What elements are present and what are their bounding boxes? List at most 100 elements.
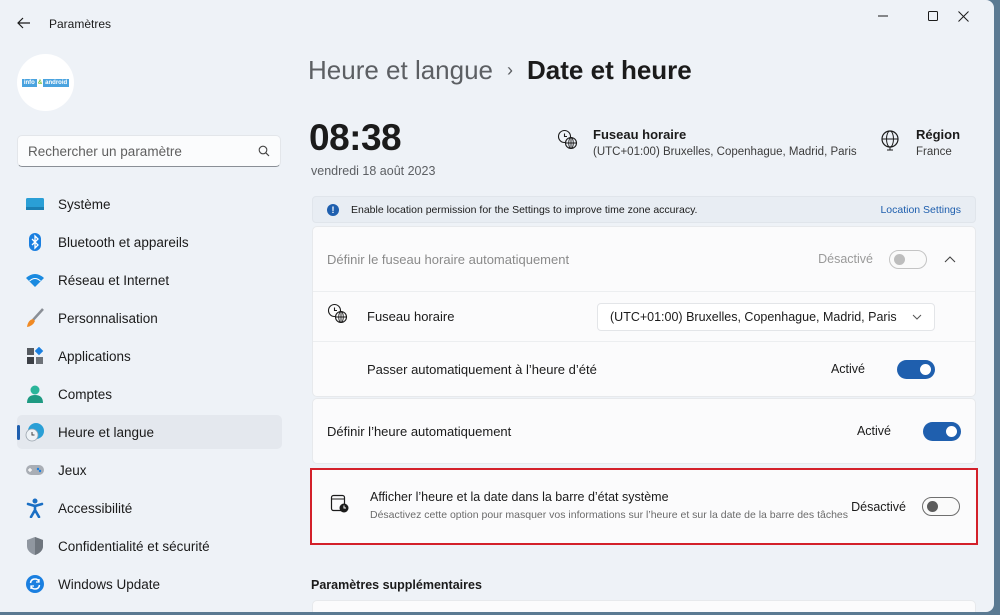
auto-time-card: Définir l’heure automatiquement Activé <box>312 398 976 464</box>
info-icon: ! <box>327 203 339 216</box>
minimize-button[interactable] <box>860 4 906 28</box>
sidebar-item-label: Windows Update <box>58 576 161 592</box>
gamepad-icon <box>25 460 45 480</box>
arrow-left-icon <box>17 17 30 29</box>
sidebar-item-reseau[interactable]: Réseau et Internet <box>17 263 282 297</box>
close-icon <box>957 10 969 22</box>
dst-state: Activé <box>830 362 865 376</box>
account-icon <box>25 384 45 404</box>
sidebar-item-systeme[interactable]: Système <box>17 187 282 221</box>
location-info-banner: ! Enable location permission for the Set… <box>312 196 976 223</box>
logo-part-android: android <box>43 78 70 87</box>
app-title: Paramètres <box>49 17 112 31</box>
search-icon[interactable] <box>258 145 270 157</box>
collapse-button[interactable] <box>939 255 961 263</box>
accessibility-icon <box>25 498 45 518</box>
sidebar-item-label: Heure et langue <box>58 424 155 440</box>
dst-label: Passer automatiquement à l’heure d’été <box>367 361 597 377</box>
location-settings-link[interactable]: Location Settings <box>880 204 961 216</box>
current-time: 08:38 <box>309 117 402 158</box>
breadcrumb-separator: › <box>507 60 514 80</box>
page-title: Date et heure <box>527 55 692 85</box>
timezone-card: Définir le fuseau horaire automatiquemen… <box>312 226 976 397</box>
sidebar-item-label: Personnalisation <box>58 310 158 326</box>
sidebar-item-jeux[interactable]: Jeux <box>17 453 282 487</box>
title-bar: Paramètres <box>0 0 994 46</box>
minimize-icon <box>878 15 888 17</box>
region-summary: Région France <box>880 127 960 158</box>
monitor-icon <box>25 194 45 214</box>
dst-toggle[interactable] <box>897 359 935 379</box>
logo-part-info: info <box>21 78 37 87</box>
sidebar-item-accessibilite[interactable]: Accessibilité <box>17 491 282 525</box>
auto-timezone-toggle[interactable] <box>889 249 927 269</box>
auto-time-label: Définir l’heure automatiquement <box>327 423 512 439</box>
sidebar-item-label: Confidentialité et sécurité <box>58 538 210 554</box>
chevron-down-icon <box>912 314 922 320</box>
timezone-label: Fuseau horaire <box>367 309 455 324</box>
bluetooth-icon <box>25 232 45 252</box>
update-icon <box>25 574 45 594</box>
dst-row: Passer automatiquement à l’heure d’été A… <box>313 341 975 396</box>
systray-datetime-state: Désactivé <box>851 499 906 514</box>
current-date: vendredi 18 août 2023 <box>311 164 436 178</box>
sidebar-item-label: Système <box>58 196 111 212</box>
sidebar-item-label: Bluetooth et appareils <box>58 234 189 250</box>
region-summary-title: Région <box>916 127 961 142</box>
more-settings-heading: Paramètres supplémentaires <box>311 578 482 592</box>
breadcrumb-parent[interactable]: Heure et langue <box>308 55 493 86</box>
clock-globe-icon <box>557 129 581 156</box>
more-settings-card[interactable] <box>312 600 976 612</box>
settings-window: Paramètres info & android Système Blueto… <box>0 0 994 612</box>
calendar-clock-icon <box>330 494 350 519</box>
sidebar-item-heure-langue[interactable]: Heure et langue <box>17 415 282 449</box>
region-summary-value: France <box>916 146 952 158</box>
sidebar-item-applications[interactable]: Applications <box>17 339 282 373</box>
avatar[interactable]: info & android <box>17 54 74 111</box>
search-box[interactable] <box>17 135 281 167</box>
shield-icon <box>25 536 45 556</box>
globe-icon <box>880 129 904 156</box>
brush-icon <box>25 308 45 328</box>
sidebar-item-comptes[interactable]: Comptes <box>17 377 282 411</box>
sidebar-item-label: Accessibilité <box>58 500 133 516</box>
breadcrumb: Heure et langue › Date et heure <box>308 55 692 86</box>
systray-datetime-title: Afficher l’heure et la date dans la barr… <box>370 490 669 505</box>
sidebar-item-personnalisation[interactable]: Personnalisation <box>17 301 282 335</box>
close-button[interactable] <box>940 4 986 28</box>
banner-text: Enable location permission for the Setti… <box>351 203 698 216</box>
auto-time-toggle[interactable] <box>923 421 961 441</box>
back-button[interactable] <box>14 12 34 34</box>
apps-icon <box>25 346 45 366</box>
auto-timezone-state: Désactivé <box>818 252 873 266</box>
auto-timezone-label: Définir le fuseau horaire automatiquemen… <box>327 251 570 267</box>
brand-logo: info & android <box>21 78 70 87</box>
sidebar-item-confidentialite[interactable]: Confidentialité et sécurité <box>17 529 282 563</box>
wifi-icon <box>25 270 45 290</box>
chevron-up-icon <box>944 256 956 263</box>
sidebar-item-label: Jeux <box>58 462 87 478</box>
search-input[interactable] <box>28 143 258 159</box>
clock-globe-icon <box>327 303 353 330</box>
sidebar-item-label: Applications <box>58 348 131 364</box>
sidebar-item-bluetooth[interactable]: Bluetooth et appareils <box>17 225 282 259</box>
timezone-summary-title: Fuseau horaire <box>593 127 687 142</box>
sidebar-item-label: Comptes <box>58 386 113 402</box>
systray-datetime-row: Afficher l’heure et la date dans la barr… <box>310 468 978 545</box>
timezone-summary: Fuseau horaire (UTC+01:00) Bruxelles, Co… <box>557 127 857 158</box>
auto-time-state: Activé <box>856 424 891 438</box>
auto-time-row: Définir l’heure automatiquement Activé <box>313 399 975 463</box>
maximize-icon <box>928 11 938 21</box>
sidebar-nav: Système Bluetooth et appareils Réseau et… <box>17 187 282 605</box>
timezone-selected-value: (UTC+01:00) Bruxelles, Copenhague, Madri… <box>610 309 897 324</box>
sidebar-item-label: Réseau et Internet <box>58 272 170 288</box>
timezone-summary-value: (UTC+01:00) Bruxelles, Copenhague, Madri… <box>593 146 857 158</box>
time-language-icon <box>25 422 45 442</box>
systray-datetime-toggle[interactable] <box>922 497 960 516</box>
timezone-select[interactable]: (UTC+01:00) Bruxelles, Copenhague, Madri… <box>597 302 935 331</box>
auto-timezone-row: Définir le fuseau horaire automatiquemen… <box>313 227 975 291</box>
sidebar-item-windows-update[interactable]: Windows Update <box>17 567 282 601</box>
timezone-row: Fuseau horaire (UTC+01:00) Bruxelles, Co… <box>313 291 975 341</box>
systray-datetime-description: Désactivez cette option pour masquer vos… <box>370 509 849 522</box>
logo-part-amp: & <box>37 79 43 86</box>
